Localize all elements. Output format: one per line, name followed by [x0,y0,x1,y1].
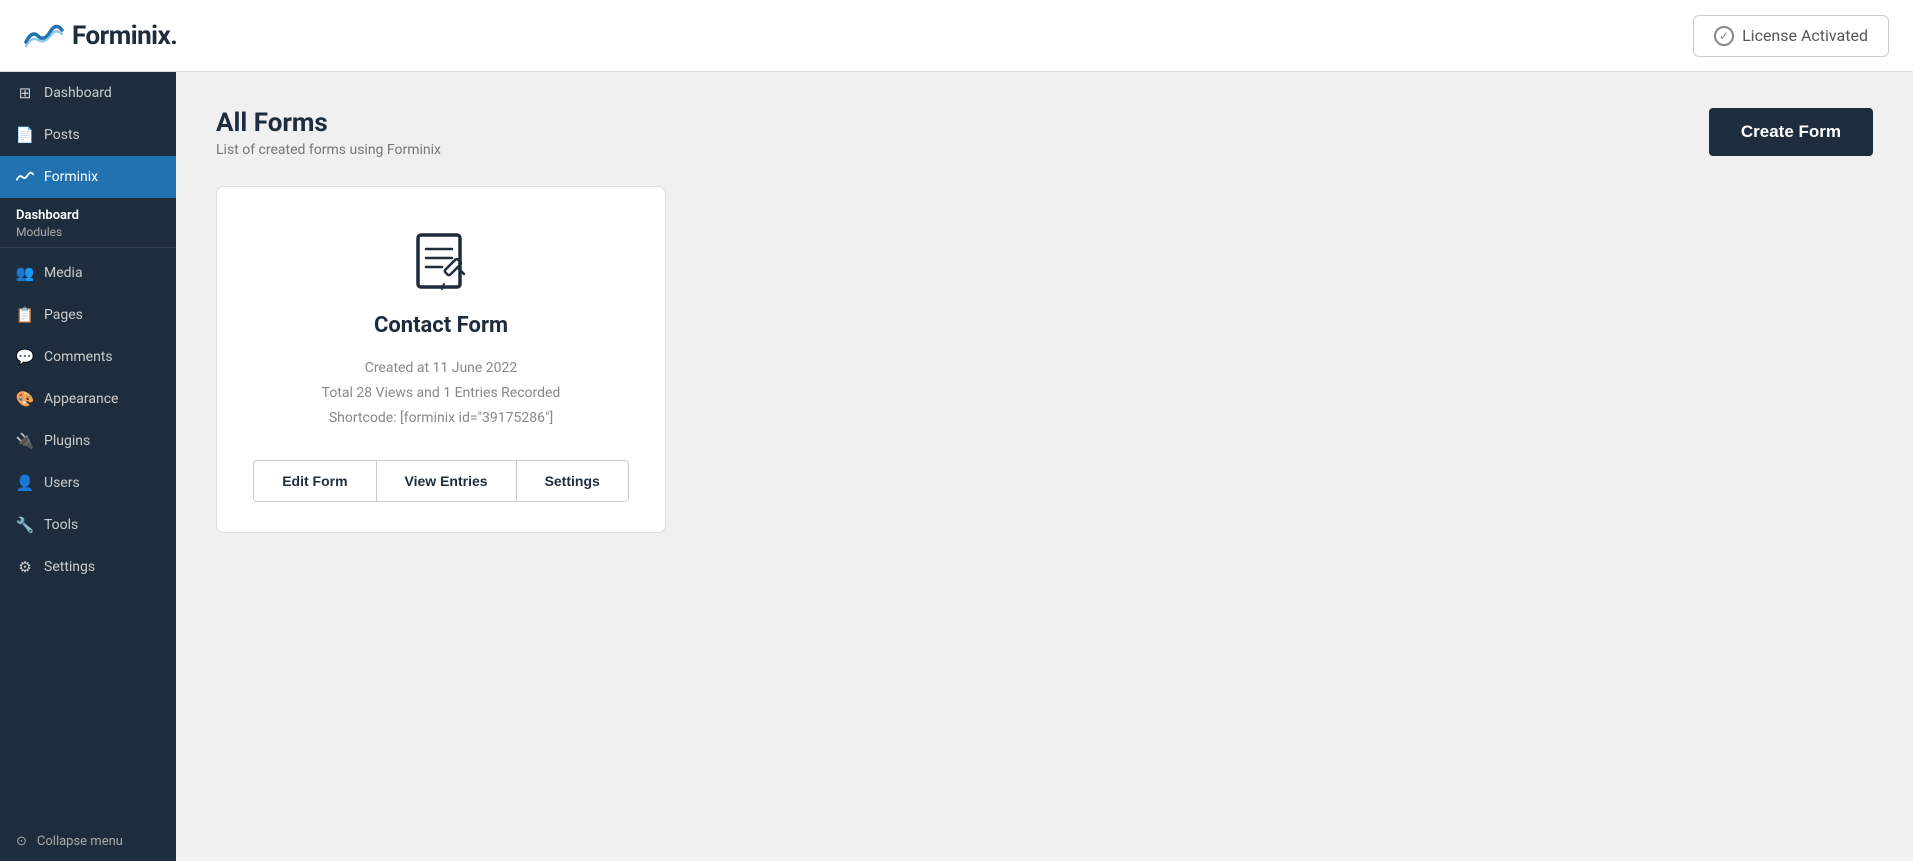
view-entries-button[interactable]: View Entries [377,461,517,501]
sidebar-label-appearance: Appearance [44,391,118,407]
logo-text: Forminix. [72,21,177,51]
logo-icon [24,21,64,51]
sidebar-item-forminix[interactable]: Forminix [0,156,176,198]
license-label: License Activated [1742,26,1868,45]
sidebar-item-users[interactable]: 👤 Users [0,462,176,504]
posts-icon: 📄 [16,126,34,144]
license-badge: ✓ License Activated [1693,15,1889,57]
form-shortcode: Shortcode: [forminix id="39175286"] [322,406,561,431]
form-card-contact: Contact Form Created at 11 June 2022 Tot… [216,186,666,533]
sidebar-label-plugins: Plugins [44,433,90,449]
sidebar-section-modules-sub: Modules [16,225,62,239]
appearance-icon: 🎨 [16,390,34,408]
collapse-label: Collapse menu [37,834,123,849]
comments-icon: 💬 [16,348,34,366]
main-content: All Forms List of created forms using Fo… [176,72,1913,861]
page-title-group: All Forms List of created forms using Fo… [216,108,441,158]
form-stats: Total 28 Views and 1 Entries Recorded [322,381,561,406]
form-card-name: Contact Form [374,313,508,338]
sidebar-collapse-button[interactable]: ⊙ Collapse menu [0,822,176,861]
sidebar-item-comments[interactable]: 💬 Comments [0,336,176,378]
plugins-icon: 🔌 [16,432,34,450]
sidebar-label-settings: Settings [44,559,95,575]
top-header: Forminix. ✓ License Activated [0,0,1913,72]
sidebar-item-tools[interactable]: 🔧 Tools [0,504,176,546]
settings-button[interactable]: Settings [517,461,628,501]
sidebar: ⊞ Dashboard 📄 Posts Forminix Dashboard M… [0,72,176,861]
forminix-icon [16,168,34,186]
create-form-button[interactable]: Create Form [1709,108,1873,156]
sidebar-item-plugins[interactable]: 🔌 Plugins [0,420,176,462]
sidebar-item-media[interactable]: 👥 Media [0,252,176,294]
form-card-icon [406,227,476,297]
collapse-icon: ⊙ [16,834,27,849]
pages-icon: 📋 [16,306,34,324]
tools-icon: 🔧 [16,516,34,534]
users-icon: 👤 [16,474,34,492]
sidebar-item-settings[interactable]: ⚙ Settings [0,546,176,588]
form-created-date: Created at 11 June 2022 [322,356,561,381]
media-icon: 👥 [16,264,34,282]
sidebar-dashboard-modules-header: Dashboard Modules [0,198,176,243]
form-card-meta: Created at 11 June 2022 Total 28 Views a… [322,356,561,432]
page-title: All Forms [216,108,441,138]
sidebar-item-posts[interactable]: 📄 Posts [0,114,176,156]
form-card-actions: Edit Form View Entries Settings [253,460,629,502]
sidebar-label-tools: Tools [44,517,78,533]
sidebar-label-comments: Comments [44,349,113,365]
license-check-icon: ✓ [1714,26,1734,46]
sidebar-item-appearance[interactable]: 🎨 Appearance [0,378,176,420]
logo-area: Forminix. [24,21,177,51]
sidebar-label-dashboard: Dashboard [44,85,112,101]
sidebar-label-pages: Pages [44,307,83,323]
sidebar-item-pages[interactable]: 📋 Pages [0,294,176,336]
sidebar-label-forminix: Forminix [44,169,98,185]
dashboard-icon: ⊞ [16,84,34,102]
sidebar-label-media: Media [44,265,83,281]
layout: ⊞ Dashboard 📄 Posts Forminix Dashboard M… [0,72,1913,861]
settings-icon: ⚙ [16,558,34,576]
edit-form-button[interactable]: Edit Form [254,461,376,501]
sidebar-label-users: Users [44,475,80,491]
sidebar-label-posts: Posts [44,127,80,143]
sidebar-item-dashboard[interactable]: ⊞ Dashboard [0,72,176,114]
page-subtitle: List of created forms using Forminix [216,142,441,158]
page-header: All Forms List of created forms using Fo… [216,108,1873,158]
sidebar-divider-1 [0,247,176,248]
sidebar-section-dashboard-title: Dashboard [16,208,79,223]
